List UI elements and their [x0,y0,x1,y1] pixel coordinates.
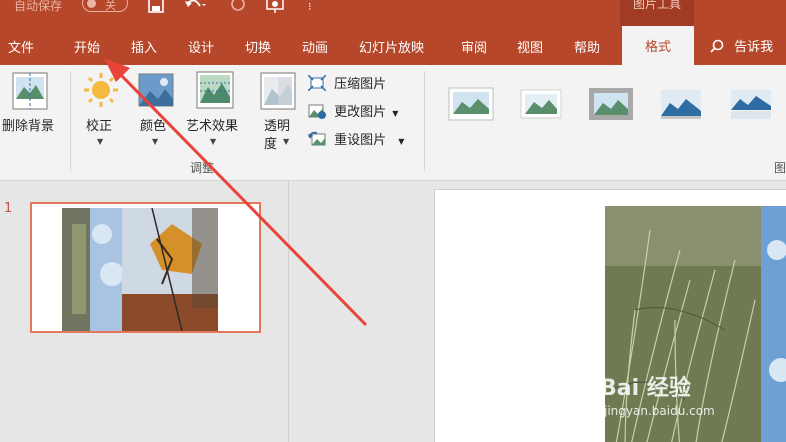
chevron-down-icon[interactable]: ▼ [283,137,289,146]
tab-format-label: 格式 [644,40,671,55]
group-adjust-label: 调整 [190,161,215,175]
corrections-sun-icon[interactable] [84,73,118,111]
transparency-label-2[interactable]: 度 [264,133,277,152]
tab-design[interactable]: 设计 [188,37,214,56]
separator [424,71,425,171]
autosave-state: 关 [105,0,116,12]
compress-pictures-button[interactable]: 压缩图片 [307,73,387,92]
reset-picture-icon [308,131,330,148]
autosave-label: 自动保存 [14,0,63,13]
tab-review[interactable]: 审阅 [461,37,487,56]
picture-style-1[interactable] [448,87,494,121]
slide-number: 1 [4,201,13,216]
transparency-label[interactable]: 透明 [264,115,290,134]
search-icon [710,39,728,55]
tell-me-label: 告诉我 [734,40,774,55]
toggle-knob [87,0,96,8]
chevron-down-icon: ▼ [398,137,405,146]
artistic-effects-label[interactable]: 艺术效果 [186,115,238,134]
picture-style-3[interactable] [588,87,634,121]
change-picture-icon [308,104,330,120]
tab-insert[interactable]: 插入 [131,37,157,56]
chevron-down-icon[interactable]: ▼ [152,137,158,146]
artistic-effects-icon[interactable] [196,71,234,113]
compress-icon [307,74,330,92]
autosave-toggle[interactable]: 关 [82,0,128,12]
separator [70,71,71,171]
remove-background-icon[interactable] [12,71,48,115]
slide-thumbnail-1[interactable] [30,202,261,333]
tell-me-box[interactable]: 告诉我 [710,36,773,55]
tab-home[interactable]: 开始 [74,37,100,56]
remove-background-label[interactable]: 删除背景 [2,115,54,134]
redo-icon[interactable] [230,0,246,16]
tab-file[interactable]: 文件 [8,37,34,56]
reset-picture-button[interactable]: 重设图片 ▼ [308,129,404,148]
chevron-down-icon: ▼ [392,109,399,118]
picture-style-5[interactable] [728,87,774,121]
watermark-brand: Bai 经验 [600,376,691,401]
color-icon[interactable] [138,73,174,111]
context-tab-group: 图片工具 [620,0,694,26]
transparency-icon[interactable] [260,71,296,115]
save-icon[interactable] [148,0,164,16]
change-picture-label: 更改图片 [334,105,387,120]
picture-style-4[interactable] [658,87,704,121]
present-icon[interactable] [266,0,286,16]
picture-style-2[interactable] [518,87,564,121]
tab-help[interactable]: 帮助 [574,37,600,56]
change-picture-button[interactable]: 更改图片 ▼ [308,101,398,120]
group-styles-label: 图 [774,161,786,175]
chevron-down-icon[interactable]: ▼ [210,137,216,146]
slide-thumbnail-image [32,204,259,332]
compress-label: 压缩图片 [334,77,387,92]
tab-animations[interactable]: 动画 [302,37,328,56]
chevron-down-icon[interactable]: ▼ [97,137,103,146]
corrections-label[interactable]: 校正 [86,115,112,134]
context-group-label: 图片工具 [632,0,681,11]
watermark-url: jingyan.baidu.com [604,404,715,418]
color-label[interactable]: 颜色 [140,115,166,134]
ribbon-format: 删除背景 校正 ▼ 颜色 ▼ 艺术效果 ▼ 透明 度 ▼ 压缩图片 更改图片 ▼… [0,65,786,181]
tab-transitions[interactable]: 切换 [245,37,271,56]
tab-format[interactable]: 格式 [622,26,694,65]
tab-view[interactable]: 视图 [517,37,543,56]
undo-icon[interactable] [184,0,206,16]
more-icon[interactable]: ⁝ [308,0,312,14]
tab-slideshow[interactable]: 幻灯片放映 [359,37,424,56]
reset-picture-label: 重设图片 [334,133,387,148]
title-bar: 自动保存 关 ⁝ 图片工具 [0,0,786,26]
